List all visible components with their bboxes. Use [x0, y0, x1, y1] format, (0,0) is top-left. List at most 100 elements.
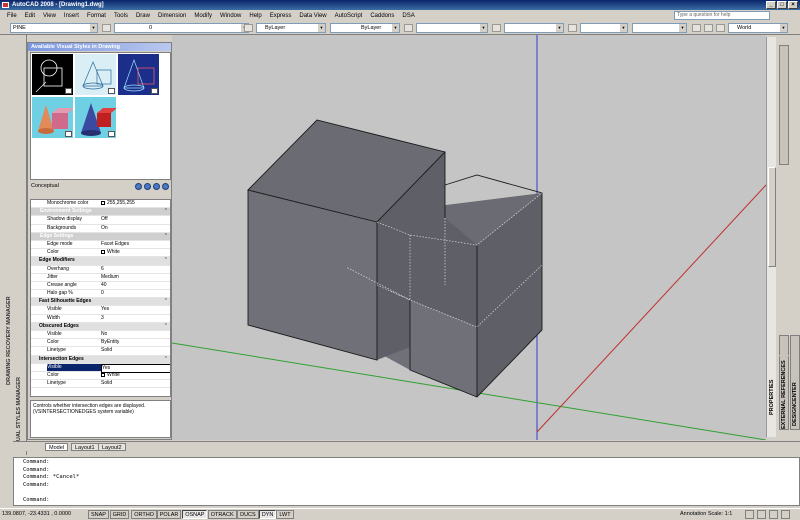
- menu-window[interactable]: Window: [216, 13, 245, 19]
- property-value[interactable]: 40: [101, 282, 107, 289]
- property-category[interactable]: Edge Settings ⌃: [31, 232, 170, 241]
- designcenter-tab[interactable]: DESIGNCENTER: [790, 335, 800, 430]
- thumb-conceptual[interactable]: [32, 97, 74, 138]
- property-value[interactable]: Medium: [101, 274, 119, 281]
- thumb-3d-hidden[interactable]: [75, 54, 116, 95]
- property-row[interactable]: Visible No: [31, 331, 170, 340]
- property-row[interactable]: Width 3: [31, 315, 170, 323]
- collapse-chevron-icon[interactable]: ⌃: [164, 298, 168, 305]
- property-value[interactable]: Off: [101, 216, 108, 223]
- toggle-grid[interactable]: GRID: [109, 510, 130, 519]
- property-row[interactable]: Crease angle 40: [31, 282, 170, 291]
- toolbar-lock-icon[interactable]: [769, 510, 778, 519]
- property-value[interactable]: Solid: [101, 347, 112, 354]
- property-row[interactable]: Edge mode Facet Edges: [31, 241, 170, 250]
- menu-edit[interactable]: Edit: [21, 13, 39, 19]
- vertical-scroll-thumb[interactable]: [768, 167, 776, 267]
- property-value[interactable]: 255,255,255: [101, 200, 135, 207]
- property-value[interactable]: 3: [101, 315, 104, 322]
- property-row[interactable]: Color White: [31, 249, 170, 258]
- menu-help[interactable]: Help: [245, 13, 265, 19]
- thumb-realistic[interactable]: [75, 97, 117, 138]
- menu-caddons[interactable]: Caddons: [366, 13, 398, 19]
- property-row[interactable]: Monochrome color 255,255,255: [31, 200, 170, 209]
- minimize-button[interactable]: _: [766, 1, 776, 9]
- toggle-snap[interactable]: SNAP: [88, 510, 109, 519]
- property-category[interactable]: Edge Modifiers ⌃: [31, 257, 170, 266]
- toggle-ducs[interactable]: DUCS: [237, 510, 259, 519]
- toggle-otrack[interactable]: OTRACK: [207, 510, 237, 519]
- menu-tools[interactable]: Tools: [110, 13, 132, 19]
- property-row[interactable]: Visible Yes: [31, 363, 170, 373]
- property-value[interactable]: Solid: [101, 380, 112, 387]
- property-row[interactable]: Linetype Solid: [31, 380, 170, 389]
- property-row[interactable]: Color ByEntity: [31, 339, 170, 348]
- create-style-icon[interactable]: [135, 183, 142, 190]
- multileader-icon[interactable]: [568, 24, 577, 32]
- autocad-app-icon[interactable]: [2, 2, 9, 8]
- property-row[interactable]: Visible Yes: [31, 306, 170, 315]
- plotstyle-dropdown[interactable]: [504, 23, 564, 33]
- property-row[interactable]: Backgrounds On: [31, 225, 170, 233]
- menu-insert[interactable]: Insert: [60, 13, 83, 19]
- plotstyle-icon[interactable]: [492, 24, 501, 32]
- collapse-chevron-icon[interactable]: ⌃: [164, 208, 168, 215]
- workspace-dropdown[interactable]: PINE: [10, 23, 98, 33]
- toggle-osnap[interactable]: OSNAP: [182, 510, 208, 519]
- property-value[interactable]: On: [101, 225, 108, 232]
- property-row[interactable]: Jitter Medium: [31, 274, 170, 282]
- drawing-viewport[interactable]: [172, 35, 766, 440]
- toggle-polar[interactable]: POLAR: [156, 510, 182, 519]
- visual-styles-manager-tab[interactable]: VISUAL STYLES MANAGER: [16, 377, 22, 450]
- property-value[interactable]: White: [101, 372, 120, 379]
- property-value[interactable]: 6: [101, 266, 104, 273]
- text-style-dropdown[interactable]: [632, 23, 687, 33]
- property-value[interactable]: ByEntity: [101, 339, 119, 346]
- ucs-previous-icon[interactable]: [716, 24, 725, 32]
- collapse-chevron-icon[interactable]: ⌃: [164, 323, 168, 330]
- menu-dsa[interactable]: DSA: [398, 13, 418, 19]
- menu-autoscript[interactable]: AutoScript: [331, 13, 367, 19]
- ucs-world-icon[interactable]: [704, 24, 713, 32]
- collapse-chevron-icon[interactable]: ⌃: [164, 356, 168, 363]
- property-value[interactable]: 0: [101, 290, 104, 297]
- command-line-window[interactable]: Command: Command: Command: *Cancel* Command…: [13, 457, 800, 506]
- right-palette-tab-top[interactable]: [779, 45, 789, 165]
- menu-modify[interactable]: Modify: [190, 13, 216, 19]
- annotation-scale[interactable]: Annotation Scale: 1:1: [680, 511, 732, 517]
- linetype-dropdown[interactable]: ByLayer: [330, 23, 400, 33]
- menu-data-view[interactable]: Data View: [295, 13, 330, 19]
- multileader-style-dropdown[interactable]: [580, 23, 628, 33]
- property-row[interactable]: Halo gap % 0: [31, 290, 170, 299]
- make-current-layer-icon[interactable]: [244, 24, 253, 32]
- property-row[interactable]: Overhang 6: [31, 266, 170, 274]
- property-category[interactable]: Obscured Edges ⌃: [31, 322, 170, 331]
- maximize-button[interactable]: □: [777, 1, 787, 9]
- external-references-tab[interactable]: EXTERNAL REFERENCES: [779, 335, 789, 430]
- property-value[interactable]: White: [101, 249, 120, 256]
- property-category[interactable]: Fast Silhouette Edges ⌃: [31, 298, 170, 307]
- menu-draw[interactable]: Draw: [132, 13, 154, 19]
- auto-scale-icon[interactable]: [757, 510, 766, 519]
- lineweight-dropdown[interactable]: [416, 23, 488, 33]
- drawing-recovery-manager-tab[interactable]: DRAWING RECOVERY MANAGER: [6, 296, 12, 385]
- properties-tab[interactable]: PROPERTIES: [769, 355, 789, 415]
- collapse-chevron-icon[interactable]: ⌃: [164, 257, 168, 264]
- menu-view[interactable]: View: [39, 13, 60, 19]
- property-category[interactable]: Intersection Edges ⌃: [31, 355, 170, 364]
- menu-dimension[interactable]: Dimension: [154, 13, 190, 19]
- export-style-icon[interactable]: [153, 183, 160, 190]
- ucs-dropdown[interactable]: World: [728, 23, 788, 33]
- layer-dropdown[interactable]: 0: [114, 23, 249, 33]
- color-dropdown[interactable]: ByLayer: [256, 23, 326, 33]
- close-button[interactable]: ×: [788, 1, 798, 9]
- tab-layout2[interactable]: Layout2: [98, 443, 126, 451]
- menu-express[interactable]: Express: [266, 13, 296, 19]
- toggle-lwt[interactable]: LWT: [276, 510, 294, 519]
- property-value[interactable]: Yes: [101, 306, 109, 313]
- vertical-scrollbar[interactable]: [766, 37, 776, 437]
- tab-model[interactable]: Model: [45, 443, 68, 451]
- toggle-dyn[interactable]: DYN: [258, 510, 277, 519]
- annotation-visibility-icon[interactable]: [745, 510, 754, 519]
- property-row[interactable]: Shadow display Off: [31, 216, 170, 225]
